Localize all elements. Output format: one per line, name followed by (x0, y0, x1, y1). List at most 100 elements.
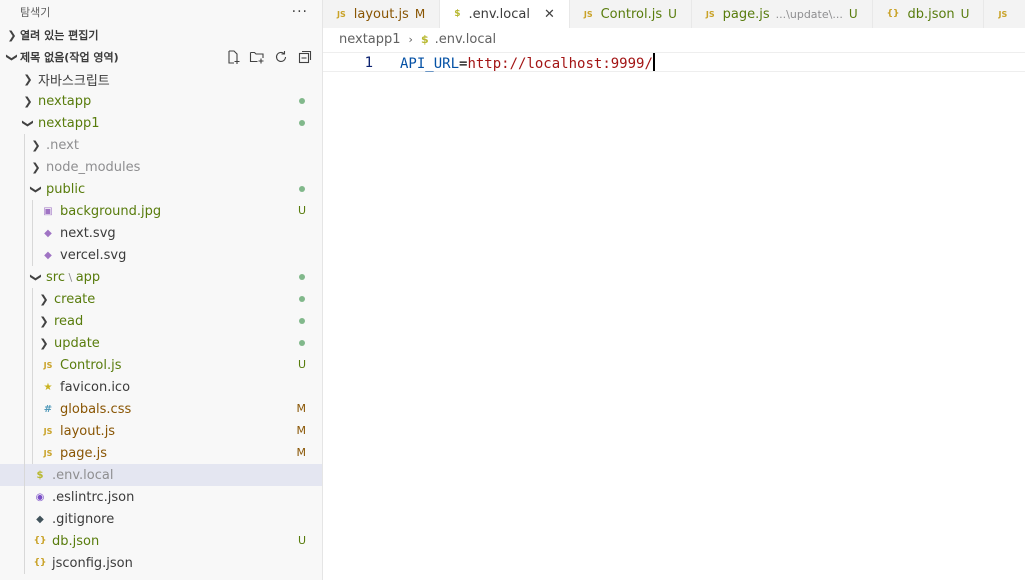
tree-item-label: nextapp (36, 94, 91, 109)
env-value: http://localhost:9999/ (467, 56, 653, 72)
tab-git-status: U (960, 7, 970, 21)
git-icon: ◆ (36, 513, 44, 525)
editor-tab[interactable]: $ .env.local ✕ (440, 0, 570, 28)
indent-guide (24, 200, 25, 222)
tree-file[interactable]: ◆ .gitignore (0, 508, 322, 530)
tree-folder[interactable]: ❯ .next (0, 134, 322, 156)
tree-file[interactable]: # globals.css M (0, 398, 322, 420)
tree-file[interactable]: {} db.json U (0, 530, 322, 552)
tree-file[interactable]: ◉ .eslintrc.json (0, 486, 322, 508)
tree-item-name: .eslintrc.json (52, 489, 135, 505)
collapse-all-icon[interactable] (296, 48, 314, 66)
tree-file[interactable]: $ .env.local (0, 464, 322, 486)
breadcrumb-file[interactable]: .env.local (435, 32, 496, 47)
tree-file[interactable]: JS Control.js U (0, 354, 322, 376)
indent-guide (24, 486, 25, 508)
image-icon: ▣ (43, 205, 53, 217)
tree-item-label: read (52, 314, 83, 329)
tree-file[interactable]: ▣ background.jpg U (0, 200, 322, 222)
dollar-icon: $ (420, 32, 429, 46)
chevron-down-icon: ❯ (21, 118, 35, 128)
new-folder-icon[interactable] (248, 48, 266, 66)
indent-guide (24, 464, 25, 486)
tree-item-name: db.json (52, 533, 100, 549)
tree-item-label: node_modules (44, 160, 140, 175)
tree-item-name: node_modules (46, 159, 141, 175)
editor-tab[interactable]: {} db.json U (873, 0, 985, 28)
dollar-icon: $ (36, 469, 44, 481)
tree-item-label: nextapp1 (36, 116, 100, 131)
tree-folder[interactable]: ❯ create (0, 288, 322, 310)
tree-folder[interactable]: ❯ public (0, 178, 322, 200)
tree-folder[interactable]: ❯ node_modules (0, 156, 322, 178)
tree-item-label: jsconfig.json (50, 556, 133, 571)
chevron-right-icon: ❯ (39, 292, 49, 306)
tree-file[interactable]: ★ favicon.ico (0, 376, 322, 398)
tree-item-label: public (44, 182, 85, 197)
tree-folder[interactable]: ❯ read (0, 310, 322, 332)
tab-label: db.json (907, 6, 955, 22)
chevron-right-icon: ❯ (39, 314, 49, 328)
breadcrumb-separator: › (408, 32, 413, 46)
tree-item-name: 자바스크립트 (38, 73, 110, 89)
workspace-section[interactable]: ❯ 제목 없음(작업 영역) (0, 46, 322, 68)
new-file-icon[interactable] (224, 48, 242, 66)
git-status-badge: M (296, 424, 307, 437)
chevron-down-icon: ❯ (29, 184, 43, 194)
tree-item-label: db.json (50, 534, 99, 549)
tab-label: .env.local (468, 6, 530, 22)
tree-item-label: next.svg (58, 226, 116, 241)
editor-tab[interactable]: JS page.js ...\update\... U (692, 0, 873, 28)
open-editors-section[interactable]: ❯ 열려 있는 편집기 (0, 24, 322, 46)
editor-tab[interactable]: JS Control.js U (570, 0, 692, 28)
tree-folder[interactable]: ❯ nextapp (0, 90, 322, 112)
git-status-badge: M (296, 446, 307, 459)
tree-item-label: create (52, 292, 95, 307)
chevron-right-icon: ❯ (31, 160, 41, 174)
line-number: 1 (364, 55, 373, 71)
breadcrumb-folder[interactable]: nextapp1 (339, 32, 401, 47)
chevron-down-icon: ❯ (5, 52, 19, 62)
file-tree: ❯ 자바스크립트 ❯ nextapp ❯ nextapp1 ❯ .next ❯ node_modu… (0, 68, 322, 574)
refresh-icon[interactable] (272, 48, 290, 66)
editor-tab[interactable]: JS layout.js M (323, 0, 441, 28)
tree-item-name: favicon.ico (60, 379, 131, 395)
env-key: API_URL (400, 56, 460, 72)
workspace-label: 제목 없음(작업 영역) (20, 51, 119, 64)
indent-guide (24, 178, 25, 200)
indent-guide (24, 266, 25, 288)
tree-file[interactable]: ◆ next.svg (0, 222, 322, 244)
tree-folder[interactable]: ❯ 자바스크립트 (0, 68, 322, 90)
indent-guide (32, 398, 33, 420)
tree-folder[interactable]: ❯ update (0, 332, 322, 354)
dollar-icon: $ (454, 9, 461, 19)
tree-folder[interactable]: ❯ nextapp1 (0, 112, 322, 134)
tree-file[interactable]: {} jsconfig.json (0, 552, 322, 574)
tree-item-name: read (54, 313, 84, 329)
chevron-right-icon: ❯ (23, 94, 33, 108)
css-file-icon: # (43, 403, 53, 415)
editor-tab[interactable]: JS (984, 0, 1025, 28)
indent-guide (24, 156, 25, 178)
star-icon: ★ (43, 381, 53, 393)
tree-item-name: app (75, 269, 101, 285)
code-editor[interactable]: 1 API_URL=http://localhost:9999/ (323, 50, 1025, 580)
indent-guide (24, 244, 25, 266)
editor-line[interactable]: 1 API_URL=http://localhost:9999/ (323, 52, 1025, 72)
tree-item-label: page.js (58, 446, 107, 461)
tree-file[interactable]: JS page.js M (0, 442, 322, 464)
tree-file[interactable]: ◆ vercel.svg (0, 244, 322, 266)
open-editors-label: 열려 있는 편집기 (20, 29, 99, 42)
tree-item-name: vercel.svg (60, 247, 127, 263)
tree-item-name: nextapp1 (38, 115, 100, 131)
more-actions-icon[interactable]: ··· (292, 4, 308, 20)
tree-item-label: 자바스크립트 (36, 70, 110, 89)
tree-folder[interactable]: ❯ src \ app (0, 266, 322, 288)
tree-item-label: .gitignore (50, 512, 114, 527)
git-status-dot (299, 318, 305, 324)
close-icon[interactable]: ✕ (544, 7, 555, 22)
tree-item-label: update (52, 336, 100, 351)
breadcrumb: nextapp1 › $ .env.local (323, 28, 1025, 50)
code-line[interactable]: API_URL=http://localhost:9999/ (400, 53, 655, 74)
tree-file[interactable]: JS layout.js M (0, 420, 322, 442)
